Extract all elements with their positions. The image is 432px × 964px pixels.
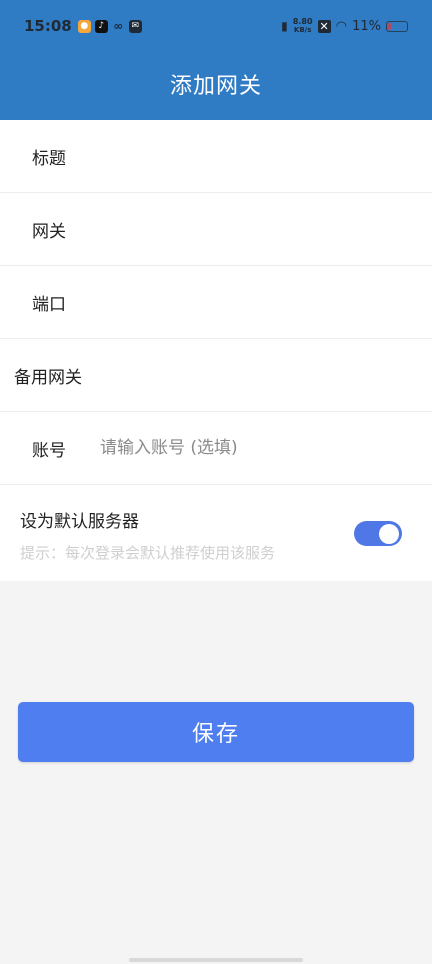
- gateway-row[interactable]: 网关: [0, 193, 432, 266]
- link-icon: ∞: [113, 19, 124, 33]
- gateway-label: 网关: [32, 221, 66, 242]
- port-row[interactable]: 端口: [0, 266, 432, 339]
- backup-gateway-input[interactable]: [82, 365, 432, 385]
- backup-gateway-row[interactable]: 备用网关: [0, 339, 432, 412]
- wifi-icon: ◠: [335, 18, 348, 34]
- title-label: 标题: [32, 148, 66, 169]
- status-bar: 15:08 ● ♪ ∞ ✉ ▮ 8.80 KB/s ✕ ◠ 11%: [0, 0, 432, 52]
- account-label: 账号: [32, 440, 66, 461]
- vibrate-icon: ▮: [281, 19, 288, 33]
- toggle-knob: [379, 523, 399, 544]
- network-speed: 8.80 KB/s: [292, 17, 313, 35]
- save-button[interactable]: 保存: [18, 702, 414, 762]
- app-header: 15:08 ● ♪ ∞ ✉ ▮ 8.80 KB/s ✕ ◠ 11% 添加网关: [0, 0, 432, 120]
- title-row[interactable]: 标题: [0, 120, 432, 193]
- message-icon: ✉: [128, 19, 142, 33]
- network-speed-unit: KB/s: [293, 26, 312, 34]
- tiktok-icon: ♪: [94, 19, 108, 33]
- default-server-title: 设为默认服务器: [20, 512, 139, 532]
- page-title: 添加网关: [169, 74, 262, 99]
- backup-gateway-label: 备用网关: [14, 367, 82, 388]
- gateway-form: 标题 网关 端口 备用网关 账号 设为默认服务器 提示：每次登录会默认推荐使用该…: [0, 120, 432, 581]
- sim-icon: ✕: [317, 19, 331, 33]
- home-indicator[interactable]: [129, 958, 303, 962]
- default-server-hint: 提示：每次登录会默认推荐使用该服务: [20, 544, 276, 562]
- default-server-row: 设为默认服务器 提示：每次登录会默认推荐使用该服务: [0, 485, 432, 581]
- battery-percent: 11%: [352, 18, 381, 34]
- title-input[interactable]: [100, 146, 432, 166]
- notification-icons: ● ♪ ∞ ✉: [77, 19, 142, 33]
- default-server-toggle[interactable]: [354, 521, 402, 546]
- battery-icon: [386, 20, 408, 32]
- account-input[interactable]: [100, 438, 432, 458]
- port-label: 端口: [32, 294, 66, 315]
- status-time: 15:08: [24, 17, 72, 35]
- status-right: ▮ 8.80 KB/s ✕ ◠ 11%: [281, 0, 408, 52]
- port-input[interactable]: [100, 292, 432, 312]
- weibo-icon: ●: [77, 19, 91, 33]
- network-speed-value: 8.80: [292, 17, 313, 26]
- gateway-input[interactable]: [100, 219, 432, 239]
- account-row[interactable]: 账号: [0, 412, 432, 485]
